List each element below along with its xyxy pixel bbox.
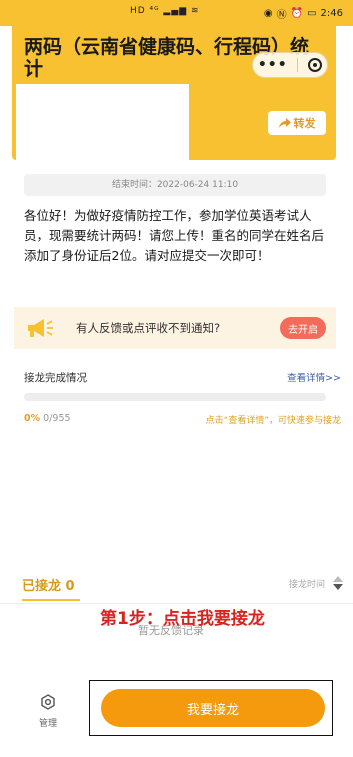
progress-count: 0/955	[43, 413, 71, 424]
share-arrow-icon	[278, 118, 291, 128]
share-label: 转发	[293, 117, 316, 130]
target-close-icon[interactable]	[308, 58, 323, 72]
sort-arrows-icon[interactable]	[333, 576, 343, 592]
tab-underline	[22, 599, 80, 601]
eye-icon: ◉	[263, 7, 273, 19]
progress-percent: 0%	[24, 413, 41, 424]
notify-text: 有人反馈或点评收不到通知?	[76, 321, 221, 335]
header-banner: 两码（云南省健康码、行程码）统计 ••• 转发	[12, 26, 336, 160]
battery-icon: ▭	[307, 7, 317, 19]
manage-label: 管理	[38, 719, 57, 729]
sort-by-time[interactable]: 接龙时间	[289, 577, 325, 590]
progress-hint: 点击“查看详情”，可快速参与接龙	[205, 416, 341, 426]
sort-down-icon	[333, 584, 343, 590]
step-annotation: 第1步：点击我要接龙	[100, 609, 265, 629]
cover-image	[16, 84, 189, 160]
tab-joined[interactable]: 已接龙 0	[22, 575, 75, 594]
more-dots-icon[interactable]: •••	[258, 57, 288, 73]
join-button[interactable]: 我要接龙	[101, 689, 325, 727]
progress-stats: 0% 0/955	[24, 413, 71, 424]
nfc-icon: Ⓝ	[276, 9, 287, 21]
signal-icons: HD ⁴ᴳ ▂▄▆ ≋	[130, 6, 200, 16]
sort-up-icon	[333, 576, 343, 582]
manage-button[interactable]: 管理	[30, 694, 66, 729]
alarm-icon: ⏰	[290, 7, 304, 19]
status-bar: HD ⁴ᴳ ▂▄▆ ≋ ◉ Ⓝ ⏰ ▭ 2:46	[0, 0, 353, 26]
progress-label: 接龙完成情况	[24, 372, 87, 384]
end-time-bar: 结束时间：2022-06-24 11:10	[24, 174, 326, 196]
notify-banner: 有人反馈或点评收不到通知? 去开启	[14, 307, 336, 349]
hexagon-gear-icon	[41, 694, 55, 710]
megaphone-icon	[28, 319, 53, 337]
notice-text: 各位好！为做好疫情防控工作，参加学位英语考试人员，现需要统计两码！请您上传！重名…	[24, 208, 325, 263]
status-time: 2:46	[320, 7, 343, 19]
mini-program-capsule: •••	[252, 52, 328, 78]
view-details-link[interactable]: 查看详情>>	[287, 370, 341, 384]
capsule-separator	[297, 58, 299, 72]
progress-track	[24, 393, 326, 401]
enable-notify-button[interactable]: 去开启	[280, 317, 326, 339]
share-button[interactable]: 转发	[268, 111, 326, 135]
